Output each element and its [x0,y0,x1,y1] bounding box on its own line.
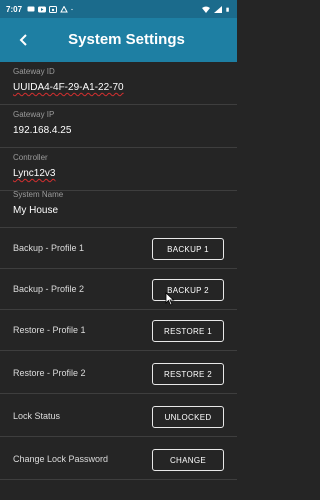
restore-1-button[interactable]: RESTORE 1 [152,320,224,342]
signal-icon [214,5,222,13]
restore-profile-2-row: Restore - Profile 2 RESTORE 2 [0,353,237,394]
backup-2-button[interactable]: BACKUP 2 [152,279,224,301]
field-label: Gateway IP [13,110,55,119]
status-bar: 7:07 [0,0,237,18]
field-label: System Name [13,190,64,199]
backup-1-button[interactable]: BACKUP 1 [152,238,224,260]
gateway-ip-field: Gateway IP 192.168.4.25 [0,105,237,148]
lock-status-row: Lock Status UNLOCKED [0,396,237,437]
gateway-id-value: UUIDA4-4F-29-A1-22-70 [13,82,124,93]
page-title: System Settings [68,31,185,48]
row-label: Restore - Profile 1 [13,325,86,335]
wifi-icon [202,6,210,13]
bottom-edge [0,488,237,500]
restore-2-button[interactable]: RESTORE 2 [152,363,224,385]
field-label: Controller [13,153,48,162]
system-name-field[interactable]: System Name My House [0,185,237,228]
battery-icon [226,7,229,12]
backup-profile-2-row: Backup - Profile 2 BACKUP 2 [0,269,237,310]
gateway-id-field: Gateway ID UUIDA4-4F-29-A1-22-70 [0,62,237,105]
lock-status-button[interactable]: UNLOCKED [152,406,224,428]
change-password-button[interactable]: CHANGE [152,449,224,471]
row-label: Lock Status [13,411,61,421]
message-icon [27,6,35,11]
row-label: Restore - Profile 2 [13,368,86,378]
status-icons-right [202,5,231,13]
system-settings-screen: 7:07 System Settings Gateway ID UUIDA4-4… [0,0,237,500]
restore-profile-1-row: Restore - Profile 1 RESTORE 1 [0,310,237,351]
youtube-icon [38,6,47,12]
dot-icon [71,8,73,10]
app-bar: System Settings [0,18,237,62]
status-icons-left [27,5,75,13]
change-lock-password-row: Change Lock Password CHANGE [0,439,237,480]
system-name-value: My House [13,205,59,216]
backup-profile-1-row: Backup - Profile 1 BACKUP 1 [0,228,237,269]
row-label: Backup - Profile 2 [13,284,85,294]
notification-icon [60,5,68,12]
gateway-ip-value: 192.168.4.25 [13,125,72,136]
row-label: Backup - Profile 1 [13,243,85,253]
cast-icon [49,5,58,13]
mouse-cursor-icon [165,292,175,306]
row-label: Change Lock Password [13,454,109,464]
controller-value: Lync12v3 [13,168,56,179]
field-label: Gateway ID [13,67,55,76]
status-time: 7:07 [6,4,23,14]
